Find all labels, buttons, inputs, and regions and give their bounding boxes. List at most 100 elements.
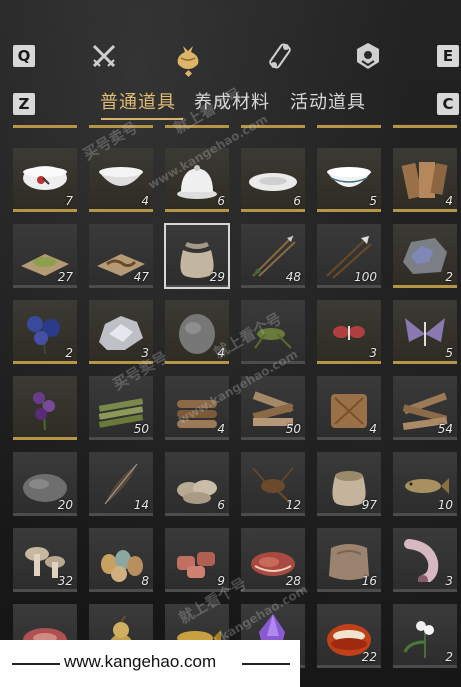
pig-trotters-icon bbox=[399, 536, 451, 585]
inventory-slot[interactable]: 3 bbox=[89, 300, 153, 364]
inventory-slot[interactable]: 32 bbox=[13, 528, 77, 592]
inventory-slot[interactable]: 50 bbox=[241, 376, 305, 440]
inventory-slot[interactable]: 7 bbox=[13, 148, 77, 212]
item-count: 2 bbox=[65, 346, 73, 360]
inventory-slot[interactable]: 47 bbox=[89, 224, 153, 288]
inventory-slot[interactable]: 2 bbox=[13, 300, 77, 364]
money-pouch-icon[interactable] bbox=[172, 40, 204, 72]
item-count: 47 bbox=[133, 270, 149, 284]
item-count: 27 bbox=[57, 270, 73, 284]
active-tab-underline bbox=[101, 118, 183, 120]
inventory-slot[interactable]: 14 bbox=[89, 452, 153, 516]
item-count: 14 bbox=[133, 498, 149, 512]
porcelain-bowl-icon bbox=[323, 156, 375, 202]
inventory-slot[interactable]: 9 bbox=[165, 528, 229, 592]
inventory-slot[interactable]: 4 bbox=[317, 376, 381, 440]
purple-moth-icon bbox=[399, 308, 451, 354]
item-count: 3 bbox=[369, 346, 377, 360]
item-count: 32 bbox=[57, 574, 73, 588]
key-e-badge[interactable]: E bbox=[437, 45, 459, 67]
white-orchid-icon bbox=[399, 612, 451, 658]
rooster-bowl-icon bbox=[19, 156, 71, 202]
key-q-badge[interactable]: Q bbox=[13, 45, 35, 67]
inventory-slot[interactable]: 4 bbox=[393, 148, 457, 212]
purple-herb-icon bbox=[19, 384, 71, 431]
item-count: 4 bbox=[445, 194, 453, 208]
inventory-slot[interactable]: 2 bbox=[393, 604, 457, 668]
item-count: 3 bbox=[445, 574, 453, 588]
item-count: 4 bbox=[217, 346, 225, 360]
grasshopper-icon bbox=[247, 308, 299, 354]
inventory-slot[interactable]: 5 bbox=[393, 300, 457, 364]
inventory-slot[interactable]: 5 bbox=[317, 148, 381, 212]
white-bowl-icon bbox=[95, 156, 147, 202]
inventory-slot[interactable]: 20 bbox=[13, 452, 77, 516]
inventory-slot[interactable]: 20 bbox=[165, 124, 229, 128]
inventory-slot[interactable]: 29 bbox=[164, 223, 230, 289]
inventory-slot[interactable]: 100 bbox=[317, 224, 381, 288]
inventory-slot[interactable]: 8 bbox=[89, 528, 153, 592]
item-count: 6 bbox=[293, 194, 301, 208]
inventory-slot[interactable]: 3 bbox=[393, 124, 457, 128]
eggs-icon bbox=[95, 536, 147, 582]
inventory-slot[interactable]: 2 bbox=[393, 224, 457, 288]
divider bbox=[12, 663, 60, 665]
item-count: 10 bbox=[437, 498, 453, 512]
item-count: 100 bbox=[354, 270, 377, 284]
inventory-slot[interactable]: 3 bbox=[317, 300, 381, 364]
item-count: 28 bbox=[285, 574, 301, 588]
inventory-slot[interactable]: 6 bbox=[165, 452, 229, 516]
inventory-slot[interactable]: 16 bbox=[317, 528, 381, 592]
ore-stone-icon bbox=[399, 232, 451, 278]
inventory-slot[interactable]: 22 bbox=[317, 604, 381, 668]
grey-stone-icon bbox=[171, 308, 223, 354]
inventory-slot[interactable]: 54 bbox=[393, 376, 457, 440]
crossed-swords-icon[interactable] bbox=[88, 40, 120, 72]
item-count: 48 bbox=[285, 270, 301, 284]
badge-icon[interactable] bbox=[352, 40, 384, 72]
item-count: 6 bbox=[217, 498, 225, 512]
tab-common-items[interactable]: 普通道具 bbox=[100, 90, 176, 116]
item-count: 54 bbox=[437, 422, 453, 436]
inventory-slot[interactable]: 10 bbox=[393, 452, 457, 516]
item-count: 7 bbox=[65, 194, 73, 208]
inventory-slot[interactable] bbox=[89, 124, 153, 128]
inventory-slot[interactable]: 6 bbox=[165, 148, 229, 212]
inventory-grid: 20 6 2 3 7466542747294810022343550450454… bbox=[0, 124, 461, 687]
item-count: 12 bbox=[285, 498, 301, 512]
inventory-slot[interactable]: 27 bbox=[13, 224, 77, 288]
inventory-slot[interactable]: 12 bbox=[241, 452, 305, 516]
footer-url[interactable]: www.kangehao.com bbox=[64, 652, 216, 672]
item-count: 4 bbox=[369, 422, 377, 436]
inventory-slot[interactable] bbox=[13, 124, 77, 128]
inventory-slot[interactable]: 50 bbox=[89, 376, 153, 440]
item-count: 6 bbox=[217, 194, 225, 208]
tab-cultivation-materials[interactable]: 养成材料 bbox=[194, 90, 270, 116]
wooden-tablets-icon bbox=[399, 156, 451, 202]
item-count: 4 bbox=[217, 422, 225, 436]
white-plate-icon bbox=[247, 156, 299, 202]
item-count: 4 bbox=[141, 194, 149, 208]
footer-banner: www.kangehao.com bbox=[0, 640, 300, 687]
shell-pile-icon bbox=[171, 460, 223, 506]
inventory-slot[interactable]: 28 bbox=[241, 528, 305, 592]
inventory-slot[interactable]: 4 bbox=[165, 376, 229, 440]
inventory-slot[interactable]: 2 bbox=[317, 124, 381, 128]
divider bbox=[242, 663, 290, 665]
inventory-slot[interactable]: 3 bbox=[393, 528, 457, 592]
inventory-slot[interactable]: 48 bbox=[241, 224, 305, 288]
inventory-slot[interactable] bbox=[241, 300, 305, 364]
inventory-slot[interactable]: 4 bbox=[89, 148, 153, 212]
scroll-icon[interactable] bbox=[264, 40, 296, 72]
tab-event-items[interactable]: 活动道具 bbox=[290, 90, 366, 116]
inventory-slot[interactable] bbox=[13, 376, 77, 440]
item-count: 5 bbox=[445, 346, 453, 360]
inventory-slot[interactable]: 6 bbox=[241, 148, 305, 212]
category-tabs: 普通道具 养成材料 活动道具 bbox=[0, 90, 461, 118]
item-count: 22 bbox=[361, 650, 377, 664]
item-count: 29 bbox=[209, 270, 225, 284]
item-count: 9 bbox=[217, 574, 225, 588]
inventory-slot[interactable]: 97 bbox=[317, 452, 381, 516]
inventory-slot[interactable]: 6 bbox=[241, 124, 305, 128]
inventory-slot[interactable]: 4 bbox=[165, 300, 229, 364]
